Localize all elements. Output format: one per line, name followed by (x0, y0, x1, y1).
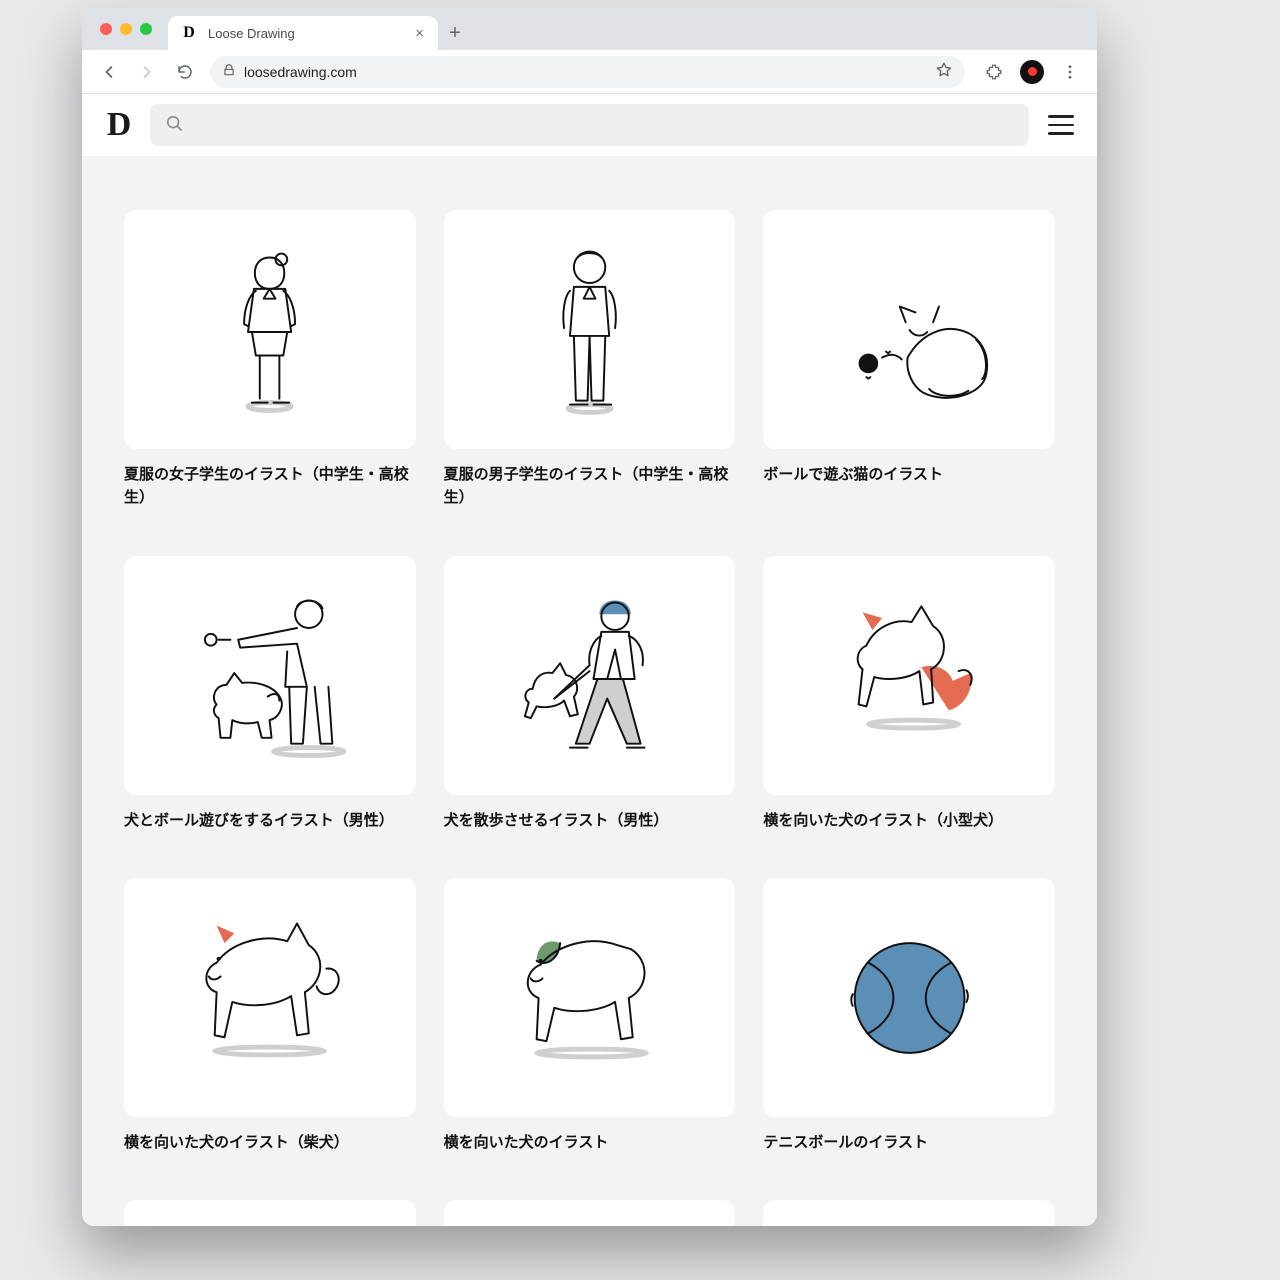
url-text: loosedrawing.com (244, 64, 927, 80)
minimize-window-button[interactable] (120, 23, 132, 35)
page-content: 夏服の女子学生のイラスト（中学生・高校生） 夏服の男子学生のイラスト（中学生・高校… (82, 156, 1097, 1226)
site-logo[interactable]: D (98, 105, 138, 145)
tab-strip: D Loose Drawing × + (82, 8, 1097, 50)
lock-icon (222, 63, 236, 80)
illustration-card[interactable]: 横を向いた犬のイラスト（柴犬） (124, 878, 416, 1154)
illustration-card[interactable]: 横を向いた犬のイラスト（小型犬） (763, 556, 1055, 832)
browser-window: D Loose Drawing × + loosedrawing.com (82, 8, 1097, 1226)
illustration-title: 夏服の女子学生のイラスト（中学生・高校生） (124, 463, 416, 510)
illustration-card[interactable] (763, 1200, 1055, 1226)
search-input[interactable] (184, 117, 1015, 134)
illustration-thumbnail (124, 878, 416, 1117)
forward-button[interactable] (130, 55, 164, 89)
reload-button[interactable] (168, 55, 202, 89)
illustration-card[interactable]: 夏服の女子学生のイラスト（中学生・高校生） (124, 210, 416, 510)
browser-toolbar: loosedrawing.com (82, 50, 1097, 94)
illustration-thumbnail (124, 1200, 416, 1226)
new-tab-button[interactable]: + (438, 16, 472, 50)
illustration-thumbnail (763, 878, 1055, 1117)
search-bar[interactable] (150, 104, 1029, 146)
illustration-title: 横を向いた犬のイラスト (444, 1131, 736, 1154)
illustration-thumbnail (444, 1200, 736, 1226)
illustration-thumbnail (763, 556, 1055, 795)
illustration-card[interactable]: 夏服の男子学生のイラスト（中学生・高校生） (444, 210, 736, 510)
illustration-title: 夏服の男子学生のイラスト（中学生・高校生） (444, 463, 736, 510)
illustration-card[interactable] (444, 1200, 736, 1226)
profile-avatar[interactable] (1015, 55, 1049, 89)
illustration-grid: 夏服の女子学生のイラスト（中学生・高校生） 夏服の男子学生のイラスト（中学生・高校… (124, 210, 1055, 1226)
illustration-thumbnail (444, 210, 736, 449)
illustration-title: 犬とボール遊びをするイラスト（男性） (124, 809, 416, 832)
extensions-button[interactable] (977, 55, 1011, 89)
tab-close-button[interactable]: × (411, 23, 428, 44)
illustration-title: ボールで遊ぶ猫のイラスト (763, 463, 1055, 486)
illustration-card[interactable] (124, 1200, 416, 1226)
maximize-window-button[interactable] (140, 23, 152, 35)
back-button[interactable] (92, 55, 126, 89)
menu-button[interactable] (1041, 105, 1081, 145)
illustration-title: テニスボールのイラスト (763, 1131, 1055, 1154)
window-traffic-lights (94, 8, 162, 50)
search-icon (164, 113, 184, 138)
close-window-button[interactable] (100, 23, 112, 35)
illustration-title: 横を向いた犬のイラスト（小型犬） (763, 809, 1055, 832)
browser-tab[interactable]: D Loose Drawing × (168, 16, 438, 50)
illustration-card[interactable]: 横を向いた犬のイラスト (444, 878, 736, 1154)
browser-menu-button[interactable] (1053, 55, 1087, 89)
tab-title: Loose Drawing (208, 26, 401, 41)
illustration-card[interactable]: 犬とボール遊びをするイラスト（男性） (124, 556, 416, 832)
illustration-card[interactable]: ボールで遊ぶ猫のイラスト (763, 210, 1055, 510)
illustration-title: 犬を散歩させるイラスト（男性） (444, 809, 736, 832)
illustration-thumbnail (124, 210, 416, 449)
illustration-card[interactable]: テニスボールのイラスト (763, 878, 1055, 1154)
site-header: D (82, 94, 1097, 156)
address-bar[interactable]: loosedrawing.com (210, 56, 965, 88)
bookmark-star-icon[interactable] (935, 61, 953, 82)
illustration-thumbnail (124, 556, 416, 795)
illustration-title: 横を向いた犬のイラスト（柴犬） (124, 1131, 416, 1154)
illustration-thumbnail (763, 1200, 1055, 1226)
illustration-thumbnail (444, 878, 736, 1117)
illustration-thumbnail (444, 556, 736, 795)
illustration-thumbnail (763, 210, 1055, 449)
illustration-card[interactable]: 犬を散歩させるイラスト（男性） (444, 556, 736, 832)
tab-favicon: D (180, 24, 198, 42)
